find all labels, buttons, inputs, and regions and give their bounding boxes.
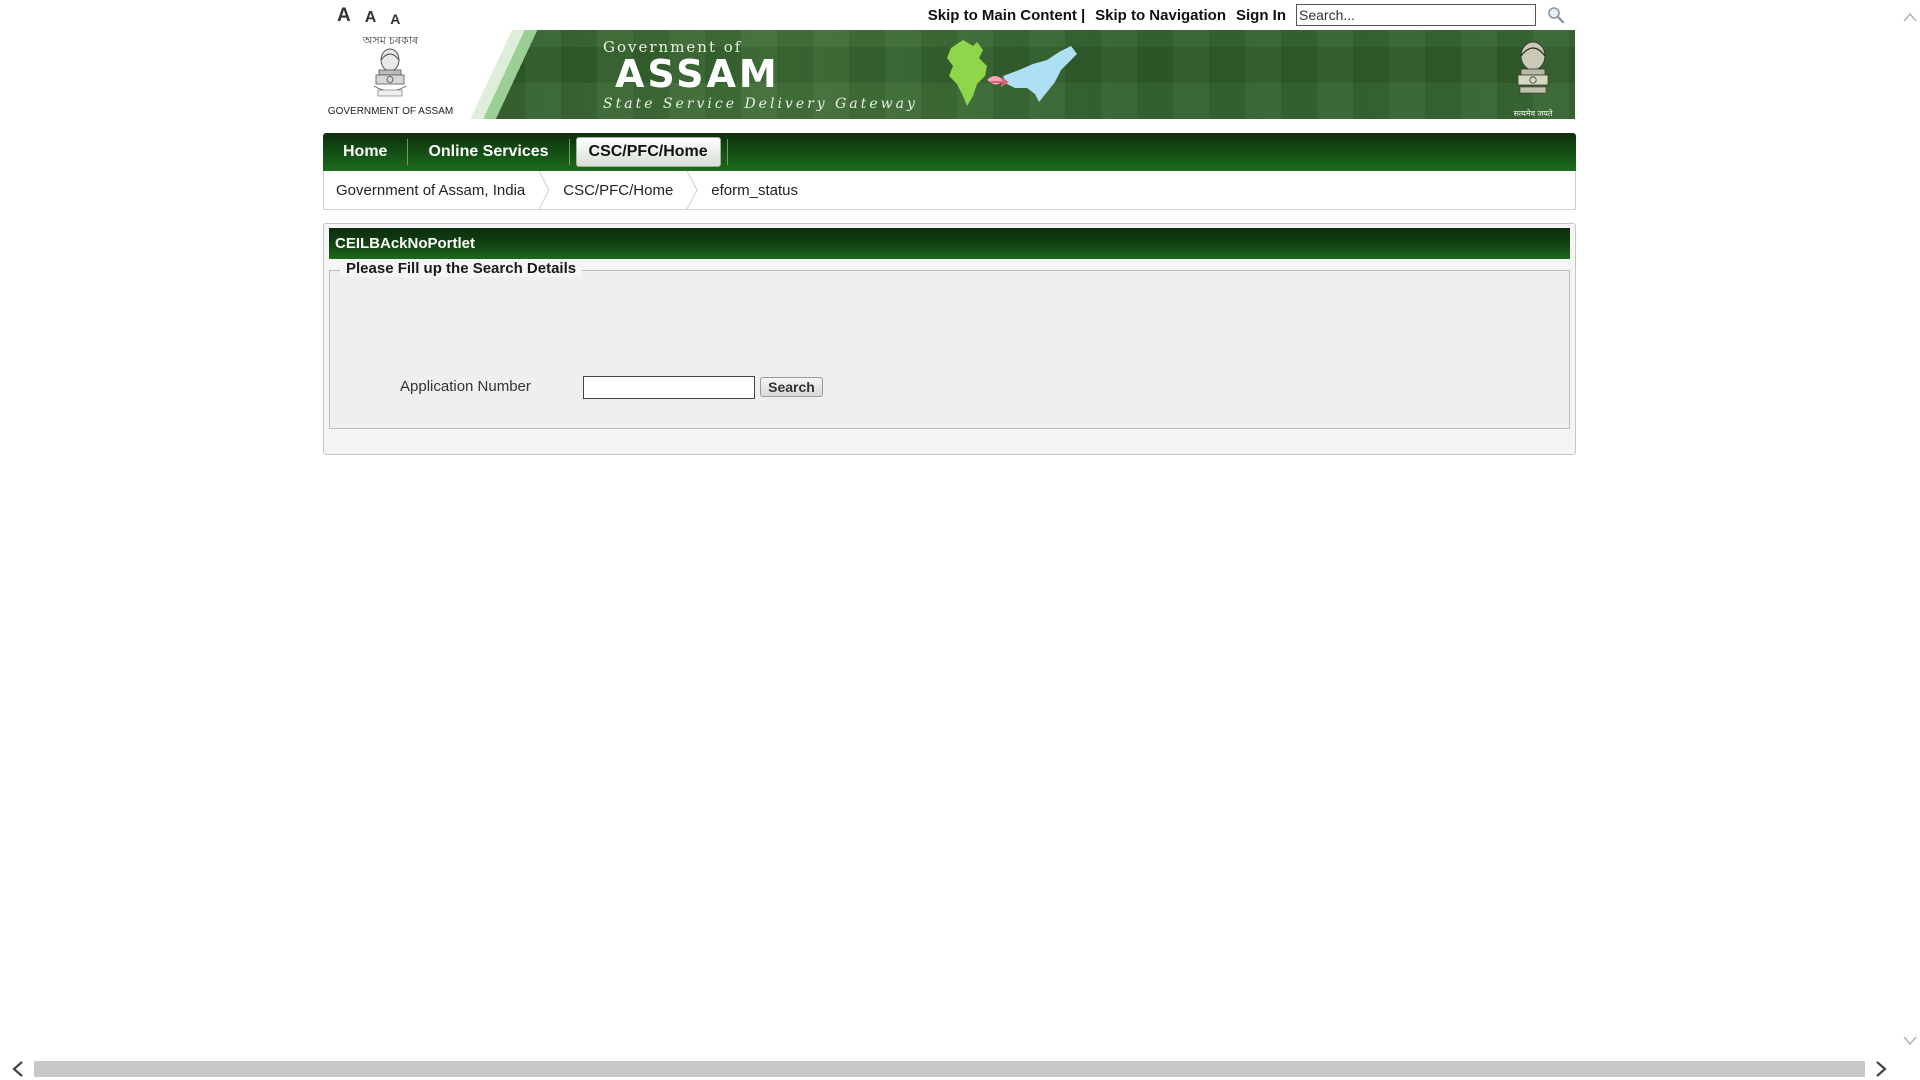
link-separator: | bbox=[1080, 6, 1086, 24]
national-emblem-logo: सत्यमेव जयते bbox=[1511, 36, 1555, 118]
font-size-large-button[interactable]: A bbox=[337, 5, 351, 27]
site-search-input[interactable] bbox=[1296, 4, 1536, 26]
nav-item-online-services[interactable]: Online Services bbox=[408, 133, 568, 171]
emblem-caption: GOVERNMENT OF ASSAM bbox=[327, 106, 454, 117]
fieldset-legend: Please Fill up the Search Details bbox=[340, 260, 583, 277]
breadcrumb-government-of-assam[interactable]: Government of Assam, India bbox=[324, 182, 537, 199]
nav-divider bbox=[568, 139, 570, 165]
scroll-right-arrow-icon[interactable] bbox=[1875, 1061, 1887, 1077]
emblem-motto: सत्यमेव जयते bbox=[1513, 109, 1553, 118]
breadcrumb-chevron-icon bbox=[686, 171, 698, 209]
nav-item-home[interactable]: Home bbox=[323, 133, 407, 171]
nav-item-csc-pfc-home[interactable]: CSC/PFC/Home bbox=[575, 137, 721, 167]
breadcrumb-chevron-icon bbox=[538, 171, 550, 209]
breadcrumb-csc-pfc-home[interactable]: CSC/PFC/Home bbox=[551, 182, 685, 199]
horizontal-scrollbar-thumb[interactable] bbox=[34, 1061, 1865, 1077]
portlet-title: CEILBAckNoPortlet bbox=[329, 228, 1570, 259]
font-size-small-button[interactable]: A bbox=[390, 11, 400, 27]
scroll-up-arrow-icon[interactable] bbox=[1903, 12, 1917, 22]
scroll-down-arrow-icon[interactable] bbox=[1903, 1036, 1917, 1046]
banner-artwork: Government of ASSAM State Service Delive… bbox=[453, 30, 1575, 119]
top-links-bar: Skip to Main Content | Skip to Navigatio… bbox=[928, 4, 1568, 26]
horizontal-scrollbar[interactable] bbox=[0, 1058, 1899, 1080]
government-emblem-logo[interactable]: অসম চৰকাৰ GOVERNMENT OF ASSAM bbox=[323, 30, 458, 119]
india-assam-map-icon bbox=[947, 40, 1077, 106]
main-navigation: Home Online Services CSC/PFC/Home bbox=[323, 133, 1576, 171]
application-number-label: Application Number bbox=[400, 378, 531, 395]
lion-capital-icon bbox=[1517, 41, 1549, 94]
font-size-medium-button[interactable]: A bbox=[365, 9, 377, 27]
search-details-fieldset: Please Fill up the Search Details Applic… bbox=[329, 260, 1570, 429]
header-banner: অসম চৰকাৰ GOVERNMENT OF ASSAM Government… bbox=[323, 30, 1575, 119]
search-button[interactable]: Search bbox=[760, 377, 823, 397]
banner-title-large: ASSAM bbox=[615, 52, 780, 96]
vertical-scrollbar[interactable] bbox=[1899, 0, 1920, 1058]
scrollbar-corner bbox=[1899, 1058, 1920, 1080]
breadcrumb: Government of Assam, India CSC/PFC/Home … bbox=[323, 171, 1576, 210]
search-icon[interactable] bbox=[1544, 4, 1568, 26]
sign-in-link[interactable]: Sign In bbox=[1236, 7, 1286, 24]
application-number-input[interactable] bbox=[583, 376, 755, 399]
nav-divider bbox=[726, 139, 728, 165]
banner-swoosh-decoration bbox=[453, 30, 583, 119]
font-size-controls: A A A bbox=[337, 5, 400, 27]
banner-subtitle: State Service Delivery Gateway bbox=[603, 96, 918, 112]
scroll-left-arrow-icon[interactable] bbox=[12, 1061, 24, 1077]
breadcrumb-current-page: eform_status bbox=[711, 181, 799, 199]
skip-to-navigation-link[interactable]: Skip to Navigation bbox=[1095, 7, 1226, 24]
skip-to-main-link[interactable]: Skip to Main Content bbox=[928, 7, 1077, 24]
ashoka-emblem-icon bbox=[373, 48, 407, 97]
application-status-portlet: CEILBAckNoPortlet Please Fill up the Sea… bbox=[323, 223, 1576, 455]
